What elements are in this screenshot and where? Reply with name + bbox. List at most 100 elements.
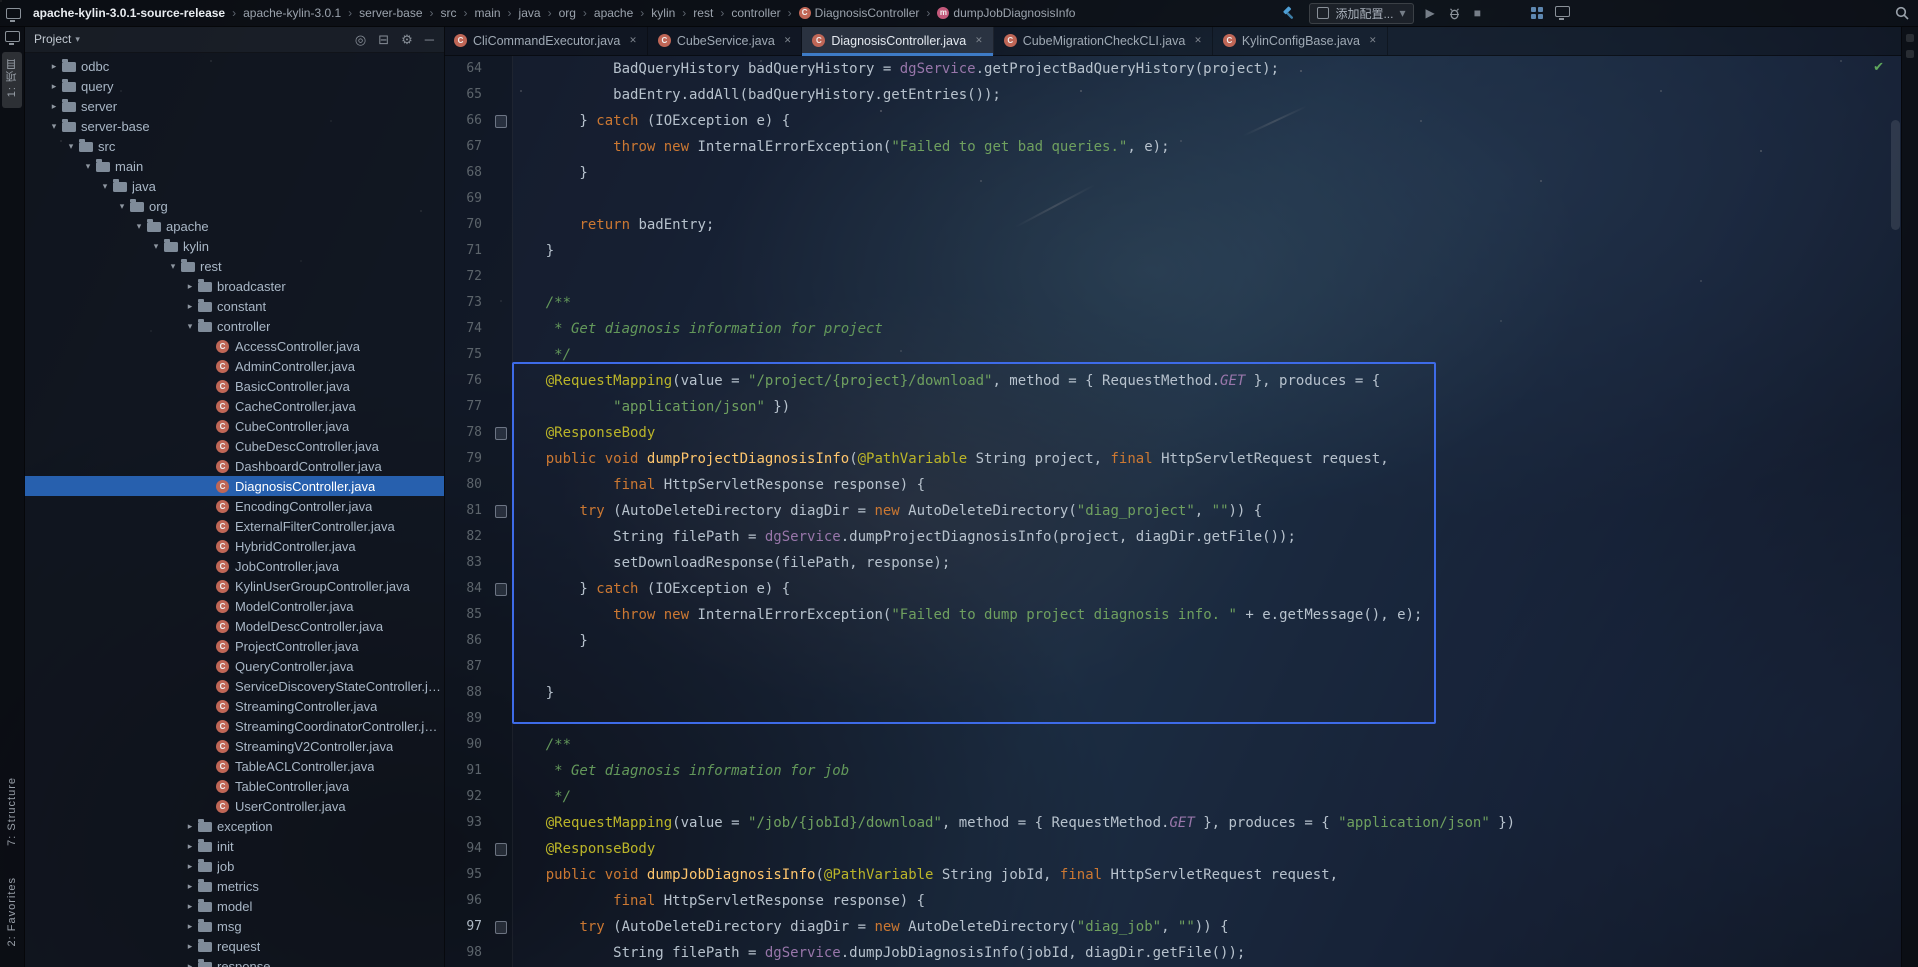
breadcrumb-item[interactable]: server-base xyxy=(355,5,426,21)
chevron-right-icon[interactable]: ▸ xyxy=(183,941,197,952)
tree-item-file[interactable]: CCubeController.java xyxy=(24,416,444,436)
tree-item-file[interactable]: CModelController.java xyxy=(24,596,444,616)
code-line[interactable]: 65 badEntry.addAll(badQueryHistory.getEn… xyxy=(444,82,1902,108)
line-number[interactable]: 64 xyxy=(444,56,490,82)
chevron-down-icon[interactable]: ▾ xyxy=(98,181,112,192)
line-number[interactable]: 86 xyxy=(444,628,490,654)
chevron-right-icon[interactable]: ▸ xyxy=(47,81,61,92)
editor[interactable]: 64 BadQueryHistory badQueryHistory = dgS… xyxy=(444,56,1902,967)
line-number[interactable]: 75 xyxy=(444,342,490,368)
chevron-down-icon[interactable]: ▾ xyxy=(149,241,163,252)
close-icon[interactable]: ✕ xyxy=(784,35,792,46)
gutter-icon[interactable] xyxy=(490,921,512,934)
code-line[interactable]: 81 try (AutoDeleteDirectory diagDir = ne… xyxy=(444,498,1902,524)
code-line[interactable]: 73 /** xyxy=(444,290,1902,316)
line-number[interactable]: 96 xyxy=(444,888,490,914)
line-number[interactable]: 65 xyxy=(444,82,490,108)
line-number[interactable]: 73 xyxy=(444,290,490,316)
tree-item-file[interactable]: CStreamingCoordinatorController.java xyxy=(24,716,444,736)
chevron-right-icon[interactable]: ▸ xyxy=(183,901,197,912)
tree-item-file[interactable]: CDashboardController.java xyxy=(24,456,444,476)
code-line[interactable]: 69 xyxy=(444,186,1902,212)
tree-item-file[interactable]: CDiagnosisController.java xyxy=(24,476,444,496)
chevron-down-icon[interactable]: ▾ xyxy=(75,34,80,45)
line-number[interactable]: 70 xyxy=(444,212,490,238)
code-line[interactable]: 98 String filePath = dgService.dumpJobDi… xyxy=(444,940,1902,966)
tree-item-file[interactable]: CAdminController.java xyxy=(24,356,444,376)
line-number[interactable]: 81 xyxy=(444,498,490,524)
code-line[interactable]: 89 xyxy=(444,706,1902,732)
tree-item-file[interactable]: CBasicController.java xyxy=(24,376,444,396)
chevron-right-icon[interactable]: ▸ xyxy=(183,301,197,312)
code-line[interactable]: 76 @RequestMapping(value = "/project/{pr… xyxy=(444,368,1902,394)
code-line[interactable]: 93 @RequestMapping(value = "/job/{jobId}… xyxy=(444,810,1902,836)
run-button[interactable]: ▶ xyxy=(1426,7,1435,19)
code-line[interactable]: 67 throw new InternalErrorException("Fai… xyxy=(444,134,1902,160)
grid-icon[interactable] xyxy=(1531,7,1543,19)
tree-item-file[interactable]: CStreamingV2Controller.java xyxy=(24,736,444,756)
project-panel-title[interactable]: Project xyxy=(34,32,71,46)
code-line[interactable]: 96 final HttpServletResponse response) { xyxy=(444,888,1902,914)
gutter-icon[interactable] xyxy=(490,115,512,128)
tree-item-folder[interactable]: ▸server xyxy=(24,96,444,116)
line-number[interactable]: 95 xyxy=(444,862,490,888)
chevron-right-icon[interactable]: ▸ xyxy=(183,921,197,932)
tree-item-file[interactable]: CAccessController.java xyxy=(24,336,444,356)
chevron-right-icon[interactable]: ▸ xyxy=(183,841,197,852)
tree-item-file[interactable]: CTableController.java xyxy=(24,776,444,796)
inspections-ok-icon[interactable]: ✔ xyxy=(1873,59,1884,75)
line-number[interactable]: 87 xyxy=(444,654,490,680)
tree-item-folder[interactable]: ▸response xyxy=(24,956,444,967)
tree-item-folder[interactable]: ▾java xyxy=(24,176,444,196)
code-line[interactable]: 75 */ xyxy=(444,342,1902,368)
tree-item-file[interactable]: CEncodingController.java xyxy=(24,496,444,516)
code-line[interactable]: 83 setDownloadResponse(filePath, respons… xyxy=(444,550,1902,576)
code-line[interactable]: 92 */ xyxy=(444,784,1902,810)
tool-window-icon[interactable] xyxy=(5,31,20,42)
tree-item-folder[interactable]: ▾rest xyxy=(24,256,444,276)
tree-item-folder[interactable]: ▸metrics xyxy=(24,876,444,896)
code-line[interactable]: 91 * Get diagnosis information for job xyxy=(444,758,1902,784)
tree-item-file[interactable]: CKylinUserGroupController.java xyxy=(24,576,444,596)
tree-item-file[interactable]: CQueryController.java xyxy=(24,656,444,676)
close-icon[interactable]: ✕ xyxy=(1194,35,1202,46)
tree-item-folder[interactable]: ▾main xyxy=(24,156,444,176)
line-number[interactable]: 98 xyxy=(444,940,490,966)
stop-button[interactable]: ■ xyxy=(1474,7,1481,19)
tree-item-folder[interactable]: ▸odbc xyxy=(24,56,444,76)
breadcrumb-item[interactable]: mdumpJobDiagnosisInfo xyxy=(933,5,1079,21)
tree-item-file[interactable]: CExternalFilterController.java xyxy=(24,516,444,536)
code-line[interactable]: 71 } xyxy=(444,238,1902,264)
chevron-right-icon[interactable]: ▸ xyxy=(183,881,197,892)
breadcrumb-item[interactable]: main xyxy=(471,5,505,21)
tree-item-folder[interactable]: ▾src xyxy=(24,136,444,156)
gutter-icon[interactable] xyxy=(490,843,512,856)
chevron-down-icon[interactable]: ▾ xyxy=(166,261,180,272)
close-icon[interactable]: ✕ xyxy=(1369,35,1377,46)
code-line[interactable]: 64 BadQueryHistory badQueryHistory = dgS… xyxy=(444,56,1902,82)
tree-item-folder[interactable]: ▸job xyxy=(24,856,444,876)
chevron-right-icon[interactable]: ▸ xyxy=(183,961,197,967)
tree-item-folder[interactable]: ▾controller xyxy=(24,316,444,336)
tree-item-folder[interactable]: ▾server-base xyxy=(24,116,444,136)
code-line[interactable]: 77 "application/json" }) xyxy=(444,394,1902,420)
tree-item-folder[interactable]: ▸init xyxy=(24,836,444,856)
chevron-down-icon[interactable]: ▾ xyxy=(64,141,78,152)
chevron-down-icon[interactable]: ▾ xyxy=(132,221,146,232)
sidebar-item-structure[interactable]: 7: Structure xyxy=(4,771,20,857)
chevron-right-icon[interactable]: ▸ xyxy=(183,281,197,292)
code-line[interactable]: 72 xyxy=(444,264,1902,290)
code-line[interactable]: 95 public void dumpJobDiagnosisInfo(@Pat… xyxy=(444,862,1902,888)
code-line[interactable]: 84 } catch (IOException e) { xyxy=(444,576,1902,602)
line-number[interactable]: 85 xyxy=(444,602,490,628)
chevron-right-icon[interactable]: ▸ xyxy=(47,61,61,72)
code-line[interactable]: 90 /** xyxy=(444,732,1902,758)
collapse-all-icon[interactable]: ⊟ xyxy=(378,33,389,46)
breadcrumb-item[interactable]: apache xyxy=(590,5,637,21)
breadcrumb-item[interactable]: src xyxy=(437,5,461,21)
tree-item-file[interactable]: CCubeDescController.java xyxy=(24,436,444,456)
breadcrumb-item[interactable]: rest xyxy=(689,5,717,21)
tree-item-folder[interactable]: ▸constant xyxy=(24,296,444,316)
line-number[interactable]: 66 xyxy=(444,108,490,134)
code-line[interactable]: 78 @ResponseBody xyxy=(444,420,1902,446)
